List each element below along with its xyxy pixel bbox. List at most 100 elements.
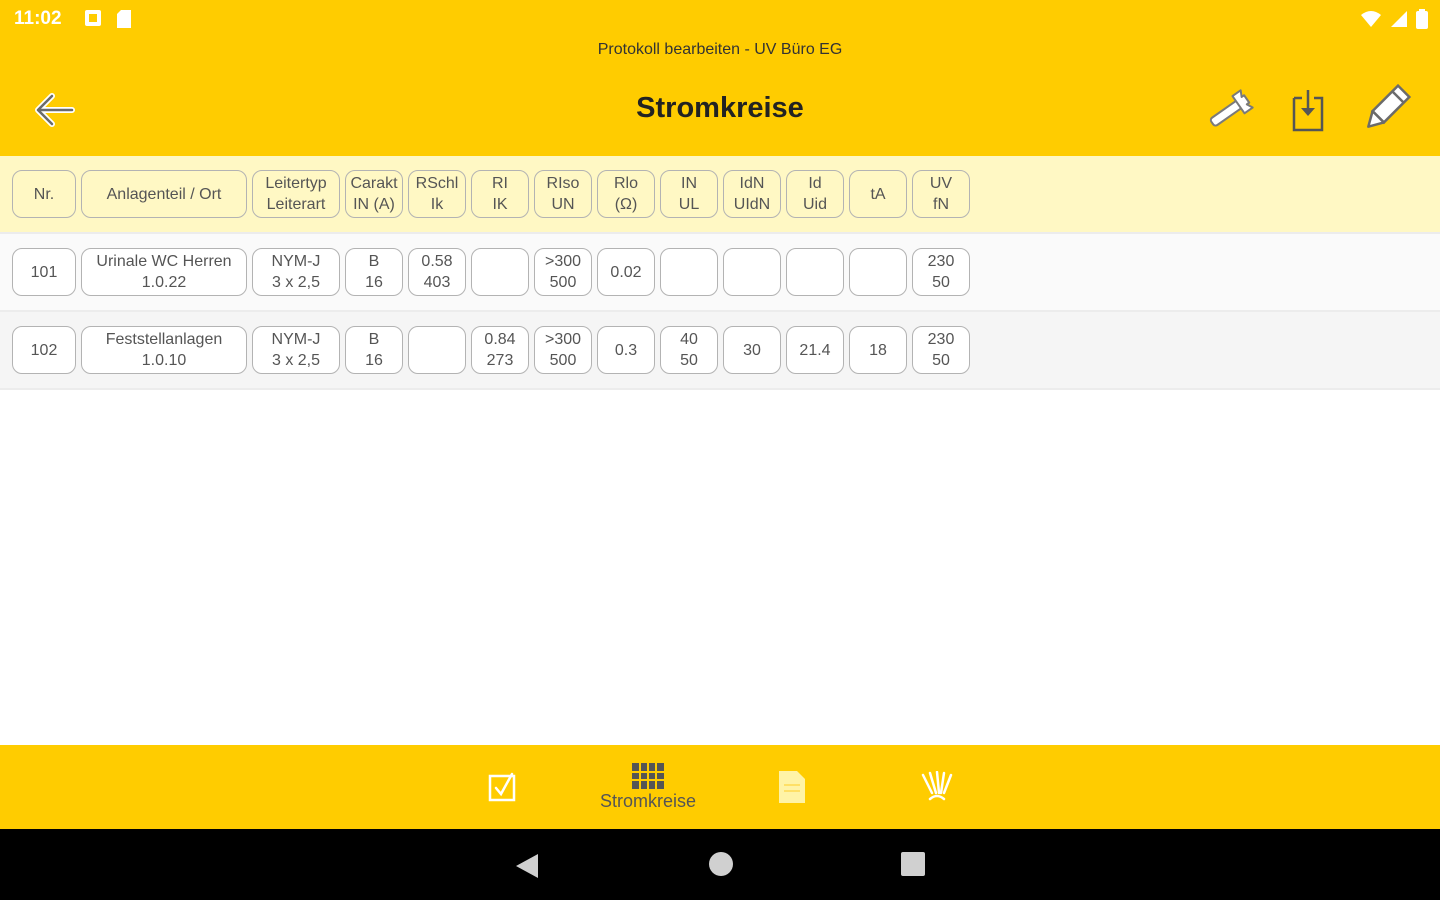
column-header-line2: UL (678, 196, 700, 213)
column-header-line2: (Ω) (614, 196, 638, 213)
table-cell[interactable]: Urinale WC Herren 1.0.22 (81, 248, 247, 296)
table-cell-line2: 1.0.22 (141, 274, 187, 291)
table-cell-line2: 3 x 2,5 (271, 274, 321, 291)
table-cell[interactable]: B 16 (345, 248, 403, 296)
table-cell-line2: 50 (680, 352, 698, 369)
table-cell-line1: >300 (544, 331, 582, 348)
table-cell-line2: 50 (932, 274, 950, 291)
table-cell-line2: 273 (486, 352, 514, 369)
table-cell[interactable]: 0.58 403 (408, 248, 466, 296)
column-header-line1: IN (681, 175, 697, 192)
edit-button[interactable] (1360, 83, 1412, 134)
battery-icon (1416, 9, 1428, 29)
table-cell[interactable]: >300 500 (534, 326, 592, 374)
download-box-icon (1292, 90, 1324, 132)
table-cell[interactable] (786, 248, 844, 296)
table-cell[interactable] (471, 248, 529, 296)
system-home-button[interactable] (706, 851, 736, 881)
checkbox-icon (488, 772, 516, 802)
system-back-button[interactable] (512, 851, 542, 881)
table-cell[interactable] (849, 248, 907, 296)
table-cell[interactable]: 0.3 (597, 326, 655, 374)
table-cell[interactable]: NYM-J 3 x 2,5 (252, 248, 340, 296)
column-header: IN UL (660, 170, 718, 218)
status-time: 11:02 (14, 8, 62, 29)
column-header-line2: IN (A) (353, 196, 395, 213)
column-header-line2: IK (492, 196, 508, 213)
triangle-back-icon (516, 854, 538, 878)
table-cell[interactable]: 40 50 (660, 326, 718, 374)
nav-label-stromkreise: Stromkreise (599, 790, 697, 811)
nav-item-checklist[interactable] (470, 745, 536, 829)
column-header-line1: RIso (546, 175, 580, 192)
table-cell-line2: 16 (365, 352, 383, 369)
column-header-line1: Leitertyp (265, 175, 327, 192)
circuits-table: Nr. Anlagenteil / Ort Leitertyp Leiterart Ca… (0, 156, 1440, 390)
table-cell[interactable]: 30 (723, 326, 781, 374)
table-cell-line1: 102 (30, 341, 58, 359)
column-header-line1: Nr. (33, 185, 55, 203)
table-cell[interactable]: >300 500 (534, 248, 592, 296)
column-header: Nr. (12, 170, 76, 218)
table-cell[interactable]: B 16 (345, 326, 403, 374)
table-cell[interactable]: 101 (12, 248, 76, 296)
column-header-line1: IdN (739, 175, 765, 192)
system-navigation-bar (0, 829, 1440, 900)
signal-icon (1391, 11, 1407, 27)
table-cell-line1: Feststellanlagen (105, 331, 223, 348)
nav-item-stromkreise[interactable]: Stromkreise (580, 745, 716, 829)
column-header-line1: Id (808, 175, 822, 192)
table-cell[interactable]: 0.84 273 (471, 326, 529, 374)
table-cell[interactable]: 21.4 (786, 326, 844, 374)
nav-item-document[interactable] (760, 745, 824, 829)
column-header-line2: UN (551, 196, 575, 213)
screen: 11:02 Protokoll bearbeiten - UV Büro EG … (0, 0, 1440, 900)
status-bar: 11:02 (0, 0, 1440, 38)
table-row[interactable]: 101 Urinale WC Herren 1.0.22 NYM-J 3 x 2,5 B 1… (0, 234, 1440, 312)
table-header-row: Nr. Anlagenteil / Ort Leitertyp Leiterart Ca… (0, 156, 1440, 234)
table-cell-line1: 18 (869, 341, 887, 359)
column-header: Rlo (Ω) (597, 170, 655, 218)
column-header-line2: Leiterart (266, 196, 326, 213)
table-cell[interactable]: 102 (12, 326, 76, 374)
table-cell[interactable] (660, 248, 718, 296)
wifi-icon (1361, 11, 1381, 27)
table-cell-line2: 500 (549, 274, 577, 291)
system-recents-button[interactable] (898, 851, 928, 881)
table-cell[interactable]: 230 50 (912, 326, 970, 374)
table-cell-line1: >300 (544, 253, 582, 270)
column-header-line1: tA (870, 185, 886, 203)
app-subtitle: Protokoll bearbeiten - UV Büro EG (597, 41, 843, 58)
table-cell[interactable] (408, 326, 466, 374)
table-cell[interactable]: 230 50 (912, 248, 970, 296)
column-header-line2: UIdN (733, 196, 771, 213)
bottom-navigation: Stromkreise (0, 745, 1440, 829)
table-cell[interactable]: NYM-J 3 x 2,5 (252, 326, 340, 374)
sd-card-icon (117, 10, 131, 28)
table-cell-line1: 0.3 (614, 341, 638, 359)
column-header-line2: Uid (802, 196, 827, 213)
column-header-line1: Rlo (613, 175, 638, 192)
table-row[interactable]: 102 Feststellanlagen 1.0.10 NYM-J 3 x 2,5 B 16… (0, 312, 1440, 390)
table-cell[interactable]: 0.02 (597, 248, 655, 296)
nav-item-signature[interactable] (905, 745, 969, 829)
export-button[interactable] (1286, 86, 1330, 134)
table-cell[interactable] (723, 248, 781, 296)
signature-icon (921, 771, 953, 801)
tools-button[interactable] (1204, 86, 1256, 134)
table-cell-line1: 30 (743, 341, 761, 359)
grid-table-icon (632, 762, 664, 789)
table-cell-line2: 403 (423, 274, 451, 291)
column-header: UV fN (912, 170, 970, 218)
table-cell[interactable]: 18 (849, 326, 907, 374)
table-cell-line1: 101 (30, 263, 58, 281)
column-header: IdN UIdN (723, 170, 781, 218)
table-cell-line1: NYM-J (271, 253, 321, 270)
table-cell-line2: 50 (932, 352, 950, 369)
column-header: Anlagenteil / Ort (81, 170, 247, 218)
column-header: RSchl Ik (408, 170, 466, 218)
square-recents-icon (901, 852, 925, 876)
app-bar: Protokoll bearbeiten - UV Büro EG Stromk… (0, 38, 1440, 156)
table-cell[interactable]: Feststellanlagen 1.0.10 (81, 326, 247, 374)
table-cell-line2: 1.0.10 (141, 352, 187, 369)
